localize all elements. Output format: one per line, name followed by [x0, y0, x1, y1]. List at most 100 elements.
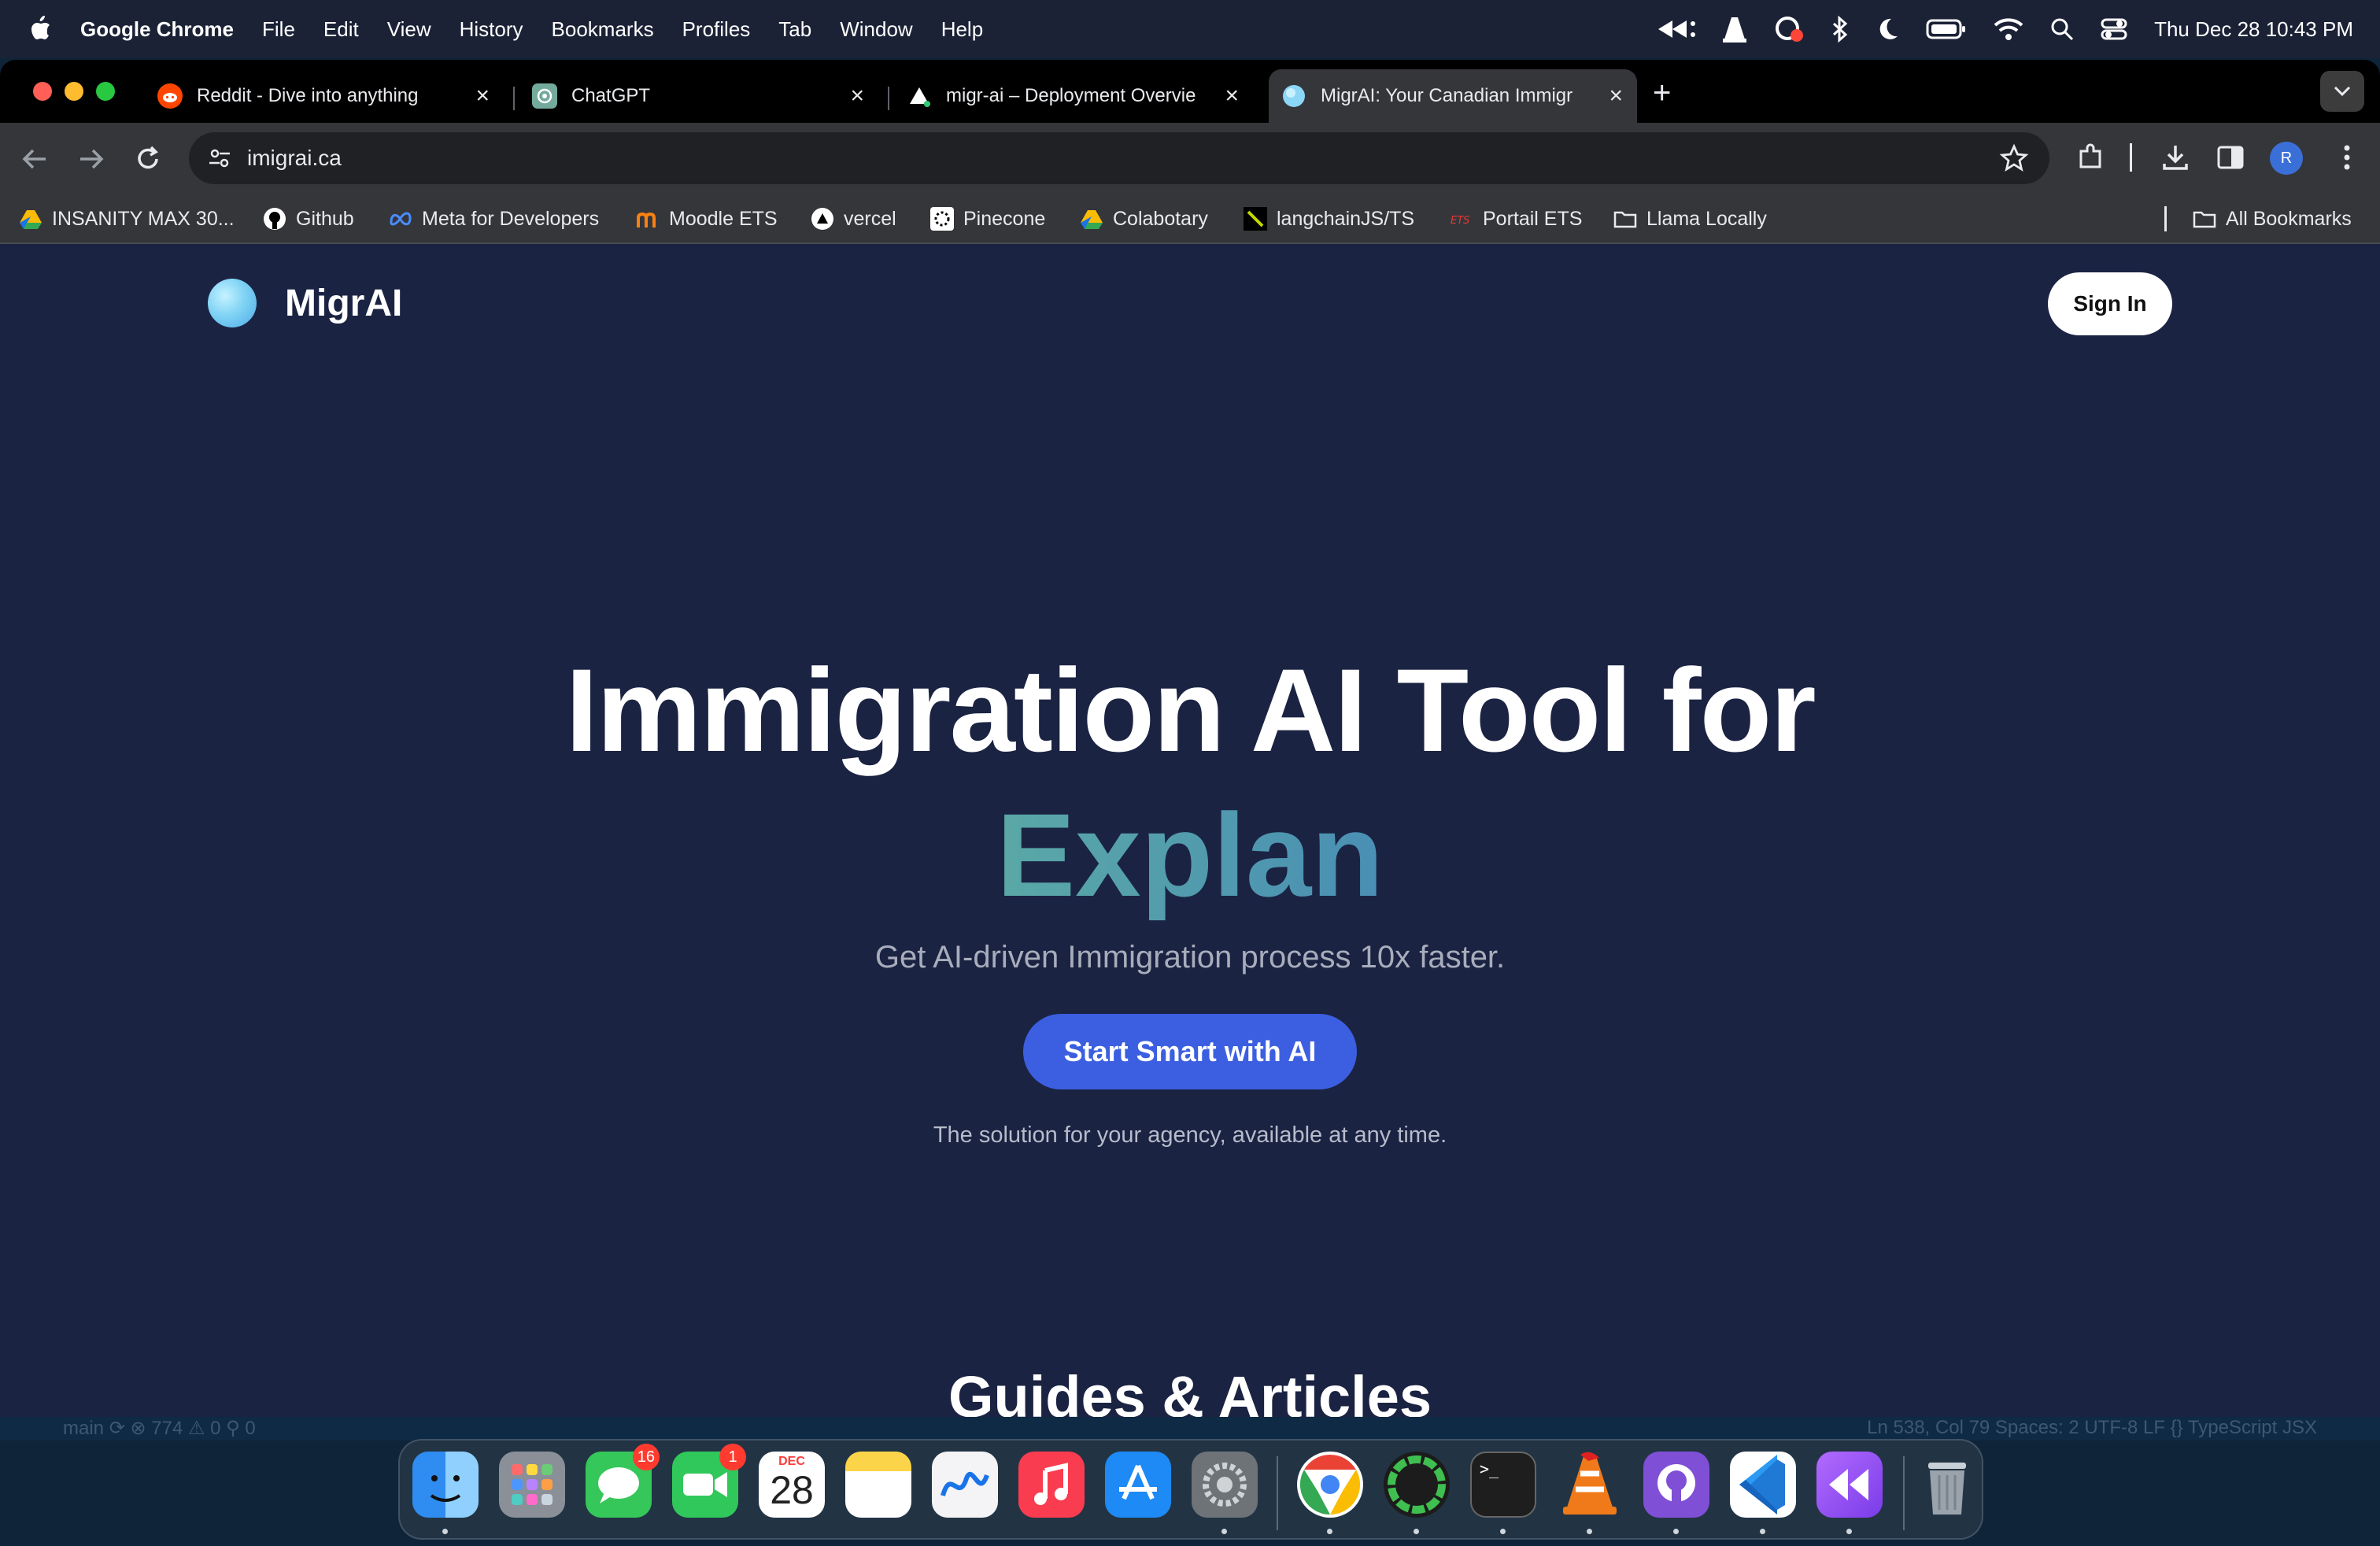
more-menu-icon[interactable] [2331, 142, 2363, 173]
running-indicator [1221, 1529, 1227, 1534]
tab-chatgpt[interactable]: ChatGPT × [532, 69, 878, 123]
bookmark-meta[interactable]: Meta for Developers [389, 205, 599, 233]
chrome-icon[interactable] [1297, 1452, 1363, 1518]
terminal-icon[interactable]: >_ [1470, 1452, 1536, 1518]
messages-badge: 16 [632, 1444, 660, 1470]
menu-profiles[interactable]: Profiles [682, 17, 751, 42]
tab-reddit[interactable]: Reddit - Dive into anything × [157, 69, 504, 123]
downloads-icon[interactable] [2160, 142, 2191, 173]
cta-note: The solution for your agency, available … [933, 1123, 1447, 1148]
tab-close-icon[interactable]: × [475, 84, 490, 108]
freeform-icon[interactable] [932, 1452, 998, 1518]
music-icon[interactable] [1018, 1452, 1085, 1518]
app-store-icon[interactable] [1105, 1452, 1171, 1518]
finder-icon[interactable] [412, 1452, 479, 1518]
moon-icon[interactable] [1876, 17, 1899, 41]
menu-history[interactable]: History [460, 17, 523, 42]
back-arrow-icon[interactable] [19, 143, 50, 175]
menu-help[interactable]: Help [941, 17, 983, 42]
forward-arrow-icon[interactable] [76, 143, 107, 175]
browser-toolbar: imigrai.ca R [0, 123, 2380, 194]
site-info-icon[interactable] [206, 145, 233, 172]
facetime-badge: 1 [719, 1444, 746, 1470]
running-indicator [442, 1529, 448, 1534]
bookmark-star-icon[interactable] [1999, 143, 2029, 173]
tab-close-icon[interactable]: × [850, 84, 864, 108]
hero-typed-word: Explan [996, 789, 1384, 921]
tab-search-button[interactable] [2320, 71, 2364, 112]
apple-icon[interactable] [28, 16, 52, 43]
battery-icon[interactable] [1926, 18, 1967, 40]
tab-close-icon[interactable]: × [1225, 84, 1239, 108]
reload-icon[interactable] [132, 143, 164, 175]
macos-dock: 16 1 DEC 28 >_ [398, 1439, 1983, 1540]
menu-window[interactable]: Window [840, 17, 912, 42]
tab-close-icon[interactable]: × [1609, 84, 1623, 108]
bookmark-github[interactable]: Github [263, 205, 354, 233]
bookmark-portail-ets[interactable]: ETS Portail ETS [1450, 205, 1582, 233]
start-smart-button[interactable]: Start Smart with AI [1023, 1014, 1357, 1089]
messages-icon[interactable]: 16 [586, 1444, 660, 1518]
control-center-icon[interactable] [2101, 17, 2127, 41]
screen-record-icon[interactable] [1773, 16, 1805, 43]
bookmarks-divider [2164, 206, 2167, 231]
rewind-icon[interactable] [1816, 1452, 1883, 1518]
menu-file[interactable]: File [262, 17, 295, 42]
reddit-icon [157, 83, 183, 109]
bookmark-langchain[interactable]: langchainJS/TS [1244, 205, 1414, 233]
sign-in-button[interactable]: Sign In [2048, 272, 2172, 335]
side-panel-icon[interactable] [2215, 142, 2246, 173]
vlc-status-icon[interactable] [1723, 16, 1747, 43]
vlc-icon[interactable] [1557, 1452, 1623, 1518]
notes-icon[interactable] [845, 1452, 911, 1518]
moodle-icon [637, 212, 656, 227]
menu-app-name[interactable]: Google Chrome [80, 17, 234, 42]
bluetooth-icon[interactable] [1831, 16, 1849, 43]
menubar-clock[interactable]: Thu Dec 28 10:43 PM [2154, 17, 2353, 42]
window-close-button[interactable] [33, 82, 52, 101]
address-url[interactable]: imigrai.ca [247, 146, 342, 171]
running-indicator [1500, 1529, 1506, 1534]
menu-edit[interactable]: Edit [323, 17, 359, 42]
bookmark-pinecone[interactable]: Pinecone [930, 205, 1045, 233]
tab-migrai[interactable]: MigrAI: Your Canadian Immigr × [1269, 69, 1637, 123]
bookmark-vercel[interactable]: vercel [811, 205, 896, 233]
trash-icon[interactable] [1914, 1452, 1980, 1518]
wifi-icon[interactable] [1994, 17, 2023, 41]
svg-text:ETS: ETS [1451, 215, 1469, 227]
migrai-logo-icon [208, 279, 257, 327]
spotlight-search-icon[interactable] [2050, 17, 2074, 41]
macos-menu-bar: Google Chrome File Edit View History Boo… [0, 0, 2380, 58]
extensions-icon[interactable] [2075, 142, 2106, 173]
bookmark-insanity[interactable]: INSANITY MAX 30... [19, 205, 235, 233]
tab-title: ChatGPT [571, 85, 651, 106]
profile-avatar[interactable]: R [2270, 142, 2303, 175]
address-bar[interactable]: imigrai.ca [189, 132, 2049, 184]
vercel-icon [811, 208, 833, 230]
ring-app-icon[interactable] [1384, 1452, 1450, 1518]
menu-tab[interactable]: Tab [778, 17, 811, 42]
window-minimize-button[interactable] [65, 82, 83, 101]
all-bookmarks-folder[interactable]: All Bookmarks [2193, 205, 2352, 233]
system-settings-icon[interactable] [1192, 1452, 1258, 1518]
calendar-icon[interactable]: DEC 28 [759, 1452, 825, 1518]
bookmark-colabotary[interactable]: Colabotary [1080, 205, 1208, 233]
langchain-icon [1244, 207, 1267, 231]
github-desktop-icon[interactable] [1643, 1452, 1709, 1518]
running-indicator [1587, 1529, 1592, 1534]
window-maximize-button[interactable] [96, 82, 115, 101]
site-logo[interactable]: MigrAI [208, 279, 402, 327]
rewind-status-icon[interactable] [1655, 17, 1696, 41]
facetime-icon[interactable]: 1 [672, 1444, 746, 1518]
drive-icon [1081, 210, 1103, 229]
bookmark-folder-llama[interactable]: Llama Locally [1613, 205, 1767, 233]
menu-bookmarks[interactable]: Bookmarks [552, 17, 654, 42]
launchpad-icon[interactable] [499, 1452, 565, 1518]
migrai-icon [1283, 85, 1305, 107]
guides-heading: Guides & Articles [948, 1364, 1432, 1417]
tab-vercel-deployment[interactable]: migr-ai – Deployment Overvie × [907, 69, 1253, 123]
new-tab-button[interactable]: + [1653, 77, 1671, 109]
vscode-icon[interactable] [1730, 1452, 1796, 1518]
menu-view[interactable]: View [387, 17, 431, 42]
bookmark-moodle[interactable]: Moodle ETS [636, 205, 778, 233]
